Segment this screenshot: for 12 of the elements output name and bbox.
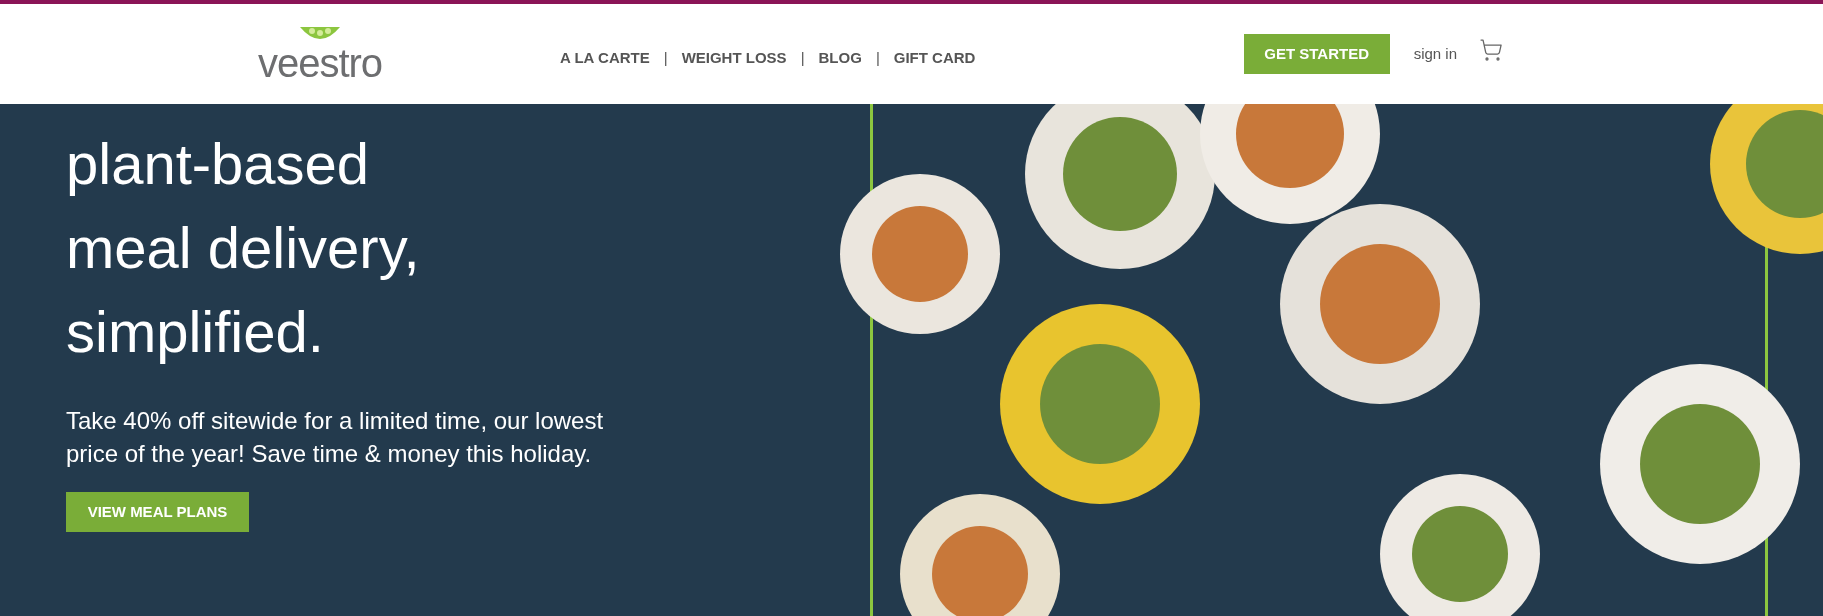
nav-link[interactable]: WEIGHT LOSS [681,46,787,70]
hero-description: Take 40% off sitewide for a limited time, our lowest price of the year! Save time & money this holiday. [66,406,605,469]
sign-in-link[interactable]: sign in [1413,42,1457,66]
cart-icon[interactable] [1479,38,1503,62]
nav-separator: | [800,47,805,68]
veestro-logo[interactable]: veestro [245,25,395,83]
nav-separator: | [875,47,880,68]
nav-link[interactable]: GIFT CARD [893,46,976,70]
nav-separator: | [663,47,668,68]
nav-link[interactable]: A LA CARTE [560,46,650,70]
nav-link[interactable]: BLOG [818,46,862,70]
hero-headline: plant-based meal delivery, simplified. [66,130,421,366]
